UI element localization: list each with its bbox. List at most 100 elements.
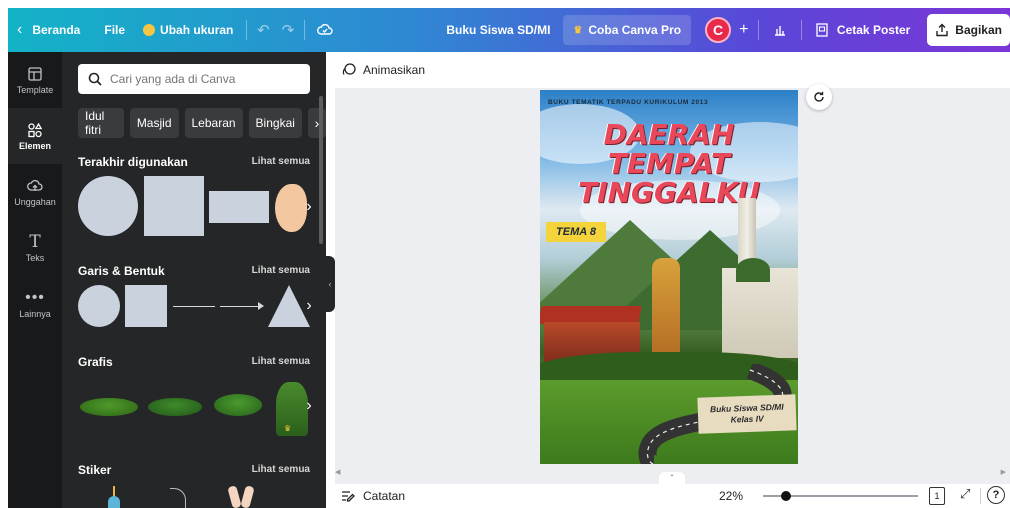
page-count-button[interactable]: 1 — [929, 487, 945, 505]
cloud-saved-icon[interactable] — [309, 8, 341, 52]
toolbar-divider — [304, 20, 306, 40]
text-icon: T — [29, 231, 41, 252]
rail-item-text[interactable]: T Teks — [8, 220, 62, 276]
arrow-head-icon — [258, 302, 264, 310]
rail-label: Elemen — [18, 140, 51, 151]
graphic-bush-2[interactable] — [148, 398, 202, 416]
design-page[interactable]: BUKU TEMATIK TERPADU KURIKULUM 2013 DAER… — [540, 90, 798, 464]
zoom-slider-thumb[interactable] — [781, 491, 792, 501]
chevron-left-icon: ‹ — [17, 21, 23, 38]
chevron-right-icon[interactable]: › — [298, 395, 320, 417]
document-title[interactable]: Buku Siswa SD/MI — [437, 8, 559, 52]
avatar[interactable]: C — [705, 17, 732, 43]
sticker-lantern[interactable] — [106, 486, 122, 508]
panel-scrollbar[interactable] — [319, 96, 323, 244]
undo-icon[interactable]: ↶ — [251, 8, 276, 52]
try-pro-button[interactable]: ♛ Coba Canva Pro — [563, 15, 692, 45]
redo-icon[interactable]: ↷ — [276, 8, 301, 52]
print-icon — [816, 23, 828, 37]
recent-square[interactable] — [144, 176, 204, 236]
fullscreen-icon[interactable]: ⤢ — [960, 486, 970, 502]
share-button[interactable]: Bagikan — [927, 14, 1010, 46]
notes-button[interactable]: Catatan — [341, 489, 405, 503]
search-box[interactable] — [78, 64, 310, 94]
back-home-button[interactable]: ‹ Beranda — [8, 8, 89, 52]
elements-panel: Idul fitri Masjid Lebaran Bingkai › Tera… — [62, 52, 326, 508]
rail-item-uploads[interactable]: Unggahan — [8, 164, 62, 220]
rail-label: Teks — [25, 252, 45, 263]
print-poster-label: Cetak Poster — [836, 23, 911, 37]
see-all-lines-shapes[interactable]: Lihat semua — [252, 265, 310, 276]
see-all-recent[interactable]: Lihat semua — [252, 156, 310, 167]
file-menu-button[interactable]: File — [95, 8, 134, 52]
context-toolbar: Animasikan — [335, 52, 1010, 88]
print-poster-button[interactable]: Cetak Poster — [806, 8, 919, 52]
poster-title-line-2: TEMPAT — [607, 147, 731, 180]
chip-idul-fitri[interactable]: Idul fitri — [78, 108, 124, 138]
help-icon[interactable]: ? — [987, 486, 1005, 504]
shape-circle[interactable] — [78, 285, 120, 327]
share-wrapper: Bagikan — [919, 8, 1010, 52]
graphic-bush-1[interactable] — [80, 398, 138, 416]
sticker-hands[interactable] — [227, 485, 256, 508]
poster-title-line-3: TINGGALKU — [578, 176, 760, 209]
rotate-button[interactable] — [806, 84, 832, 110]
collapse-panel-button[interactable]: ‹ — [325, 256, 335, 312]
recent-rectangle[interactable] — [209, 191, 269, 223]
chevron-right-icon[interactable]: › — [298, 196, 320, 218]
notes-icon — [342, 491, 355, 502]
show-pages-button[interactable]: ˆ — [659, 472, 685, 484]
insights-icon[interactable] — [763, 8, 797, 52]
book-label[interactable]: Buku Siswa SD/MI Kelas IV — [697, 394, 797, 434]
section-title-recent: Terakhir digunakan — [78, 155, 188, 169]
chip-lebaran[interactable]: Lebaran — [184, 108, 243, 138]
toolbar-divider — [758, 20, 760, 40]
chip-bingkai[interactable]: Bingkai — [248, 108, 302, 138]
try-pro-label: Coba Canva Pro — [588, 23, 682, 37]
add-collaborator-icon[interactable]: + — [733, 8, 754, 52]
section-title-graphics: Grafis — [78, 355, 113, 369]
scroll-right-arrow[interactable]: ▶ — [1001, 468, 1006, 476]
upload-icon — [27, 179, 43, 191]
see-all-stickers[interactable]: Lihat semua — [252, 464, 310, 475]
crown-icon — [143, 24, 156, 36]
search-input[interactable] — [110, 72, 290, 86]
back-home-label: Beranda — [32, 23, 81, 37]
rail-item-template[interactable]: Template — [8, 52, 62, 108]
graphic-bush-3[interactable] — [214, 394, 262, 416]
zoom-level[interactable]: 22% — [719, 489, 743, 503]
share-label: Bagikan — [955, 23, 1002, 37]
sticker-swirl[interactable] — [170, 488, 186, 508]
suggestion-chips: Idul fitri Masjid Lebaran Bingkai › — [78, 108, 326, 138]
rail-item-more[interactable]: ••• Lainnya — [8, 276, 62, 332]
see-all-graphics[interactable]: Lihat semua — [252, 356, 310, 367]
chevron-right-icon[interactable]: › — [307, 108, 326, 138]
template-icon — [28, 66, 42, 81]
chip-masjid[interactable]: Masjid — [129, 108, 179, 138]
mosque-dome — [736, 258, 770, 282]
zoom-slider[interactable] — [763, 491, 918, 501]
shape-square[interactable] — [125, 285, 167, 327]
toolbar-divider — [980, 488, 981, 504]
dragon-statue — [652, 258, 680, 362]
rail-item-elements[interactable]: Elemen — [8, 108, 62, 164]
resize-button[interactable]: Ubah ukuran — [134, 8, 242, 52]
share-icon — [936, 23, 948, 37]
section-title-stickers: Stiker — [78, 463, 112, 477]
animate-label: Animasikan — [363, 63, 426, 77]
recent-circle[interactable] — [78, 176, 138, 236]
shape-arrow-line[interactable] — [220, 306, 262, 307]
page-number: 1 — [934, 491, 940, 501]
animate-button[interactable]: Animasikan — [341, 62, 425, 78]
poster-title[interactable]: DAERAH TEMPAT TINGGALKU — [540, 120, 798, 207]
rail-label: Template — [16, 84, 54, 95]
chevron-right-icon[interactable]: › — [298, 295, 320, 317]
bottom-bar: Catatan 22% 1 ⤢ ? — [335, 484, 1010, 508]
poster-header[interactable]: BUKU TEMATIK TERPADU KURIKULUM 2013 — [548, 99, 708, 106]
poster-title-line-1: DAERAH — [603, 118, 735, 151]
shape-line[interactable] — [173, 306, 215, 307]
resize-label: Ubah ukuran — [160, 23, 234, 37]
notes-label: Catatan — [363, 489, 406, 503]
try-pro-wrapper: ♛ Coba Canva Pro — [559, 8, 695, 52]
scroll-left-arrow[interactable]: ◀ — [335, 468, 340, 476]
